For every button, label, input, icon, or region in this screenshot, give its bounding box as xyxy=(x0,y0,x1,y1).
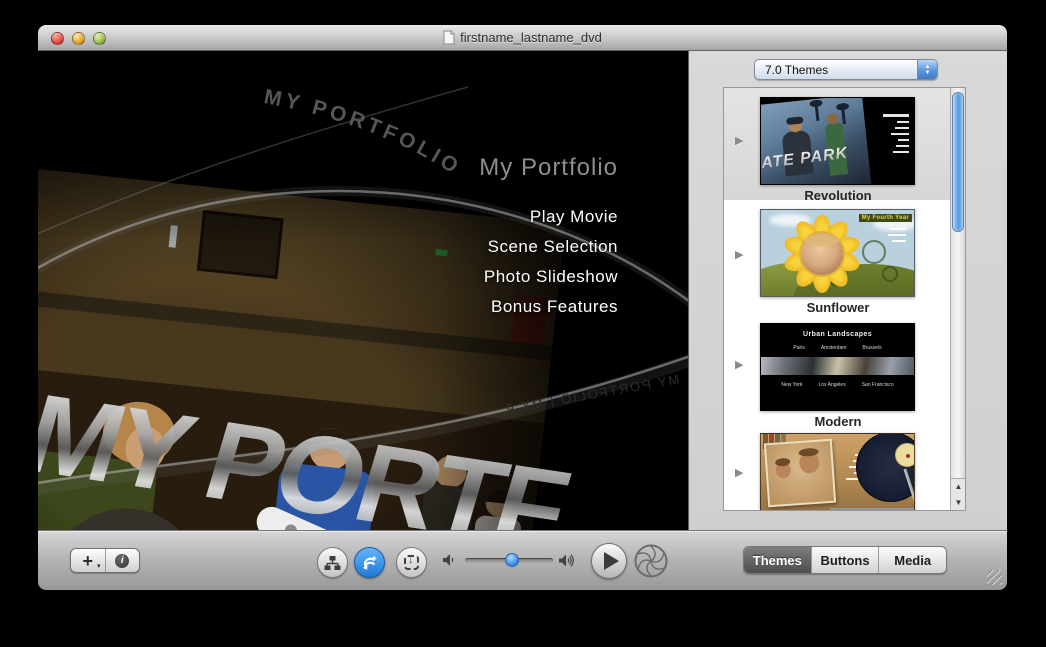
window-title: firstname_lastname_dvd xyxy=(460,30,602,45)
play-icon xyxy=(604,552,619,570)
volume-slider[interactable] xyxy=(465,558,553,563)
theme-row-modern[interactable]: ▶ Urban Landscapes Paris Amsterdam Bruss… xyxy=(724,314,952,424)
modern-thumb-bottom-row: New York Los Angeles San Francisco xyxy=(761,382,914,388)
dropdown-stepper-icon[interactable]: ▲ ▼ xyxy=(917,60,937,79)
modern-thumb-top-row: Paris Amsterdam Brussels xyxy=(761,345,914,351)
add-button[interactable]: + ▾ xyxy=(71,549,105,572)
themes-dropdown-value: 7.0 Themes xyxy=(755,63,917,77)
dvd-menu-preview[interactable]: MY PORTFOLIO MY PORTF MY PORTFOLIO | MY … xyxy=(38,51,688,530)
plus-icon: + xyxy=(82,552,93,570)
tab-buttons[interactable]: Buttons xyxy=(811,547,879,573)
scroll-down-icon[interactable]: ▼ xyxy=(951,495,966,511)
tab-themes[interactable]: Themes xyxy=(744,547,811,573)
burn-iris-icon xyxy=(636,546,667,577)
theme-row-sunflower[interactable]: ▶ xyxy=(724,200,952,314)
panel-tabs: Themes Buttons Media xyxy=(743,546,947,574)
disclosure-triangle-icon[interactable]: ▶ xyxy=(735,134,743,147)
tab-media[interactable]: Media xyxy=(878,547,946,573)
disclosure-triangle-icon[interactable]: ▶ xyxy=(735,248,743,261)
scroll-up-icon[interactable]: ▲ xyxy=(951,479,966,495)
motion-loop-icon xyxy=(361,554,379,572)
title-bar: firstname_lastname_dvd xyxy=(38,25,1007,51)
disclosure-triangle-icon[interactable]: ▶ xyxy=(735,358,743,371)
revolution-thumb-menu-lines xyxy=(879,114,909,157)
scrollbar-arrows: ▲ ▼ xyxy=(951,478,966,510)
caret-down-icon: ▾ xyxy=(97,562,101,570)
preview-play-button[interactable] xyxy=(591,543,627,579)
dvd-menu-item-scene-selection[interactable]: Scene Selection xyxy=(479,232,618,262)
sunflower-thumb-title-badge: My Fourth Year xyxy=(859,214,912,222)
modern-thumb-title: Urban Landscapes xyxy=(761,331,914,338)
motion-button[interactable] xyxy=(354,547,385,578)
dvd-menu-item-play-movie[interactable]: Play Movie xyxy=(479,202,618,232)
volume-slider-thumb[interactable] xyxy=(505,553,519,567)
bottom-toolbar: + ▾ i xyxy=(38,530,1007,590)
dvd-menu-item-photo-slideshow[interactable]: Photo Slideshow xyxy=(479,262,618,292)
window-controls xyxy=(51,32,106,45)
disclosure-triangle-icon[interactable]: ▶ xyxy=(735,466,743,479)
volume-low-icon xyxy=(442,553,456,567)
volume-high-icon xyxy=(558,553,575,568)
revolution-sky-art xyxy=(760,97,871,185)
theme-thumbnail-revolution[interactable]: ATE PARK xyxy=(760,97,915,185)
window-title-group: firstname_lastname_dvd xyxy=(443,30,602,45)
theme-thumbnail-modern[interactable]: Urban Landscapes Paris Amsterdam Brussel… xyxy=(760,323,915,411)
burn-button[interactable] xyxy=(634,544,668,578)
dvd-menu-item-bonus-features[interactable]: Bonus Features xyxy=(479,292,618,322)
dvd-menu-text-block: My Portfolio Play Movie Scene Selection … xyxy=(479,154,618,322)
theme-list-scrollbar[interactable]: ▲ ▼ xyxy=(950,88,965,510)
window-resize-grip[interactable] xyxy=(987,570,1002,585)
theme-thumbnail-sunflower[interactable]: My Fourth Year xyxy=(760,209,915,297)
dvd-menu-title[interactable]: My Portfolio xyxy=(479,154,618,182)
sunflower-art xyxy=(783,215,861,293)
theme-row-revolution[interactable]: ▶ ATE PARK Revolution xyxy=(724,88,952,200)
themes-version-dropdown[interactable]: 7.0 Themes ▲ ▼ xyxy=(754,59,938,80)
themes-panel: 7.0 Themes ▲ ▼ ▶ ATE PARK xyxy=(688,51,1007,530)
add-info-button-group: + ▾ i xyxy=(70,548,140,573)
map-icon xyxy=(324,555,341,571)
drop-zone-editor-button[interactable] xyxy=(396,547,427,578)
zoom-button[interactable] xyxy=(93,32,106,45)
scrollbar-thumb[interactable] xyxy=(952,92,964,232)
theme-list: ▶ ATE PARK Revolution xyxy=(723,87,966,511)
close-button[interactable] xyxy=(51,32,64,45)
inspector-button[interactable]: i xyxy=(105,549,140,572)
drop-zone-icon xyxy=(404,555,419,570)
theme-row-vinyl[interactable]: ▶ xyxy=(724,424,952,511)
vinyl-photo-stack-art xyxy=(764,439,836,508)
sunflower-thumb-menu-lines xyxy=(882,228,906,246)
theme-name-sunflower: Sunflower xyxy=(724,300,952,315)
idvd-window: firstname_lastname_dvd xyxy=(38,25,1007,590)
modern-thumb-photo-strip xyxy=(761,357,914,375)
dvd-map-button[interactable] xyxy=(317,547,348,578)
document-icon xyxy=(443,30,455,45)
minimize-button[interactable] xyxy=(72,32,85,45)
dropdown-down-arrow-icon: ▼ xyxy=(925,70,931,76)
theme-thumbnail-vinyl[interactable] xyxy=(760,433,915,511)
info-icon: i xyxy=(115,554,129,568)
